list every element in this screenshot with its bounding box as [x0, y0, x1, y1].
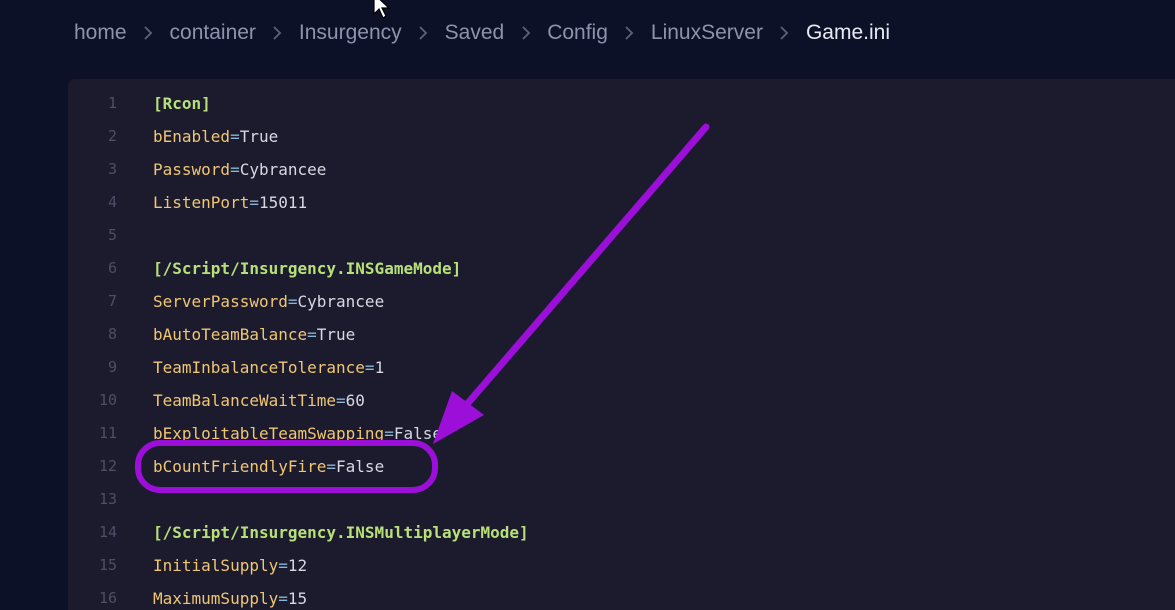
config-value: False [336, 457, 385, 476]
line-number: 12 [98, 457, 117, 475]
line-number: 10 [98, 391, 117, 409]
breadcrumb-home[interactable]: home [74, 21, 127, 45]
page: home container Insurgency Saved Config L… [0, 0, 1175, 610]
config-value: 1 [374, 358, 385, 377]
config-key: MaximumSupply [153, 589, 279, 608]
line-number: 1 [107, 94, 117, 112]
line-number: 9 [107, 358, 117, 376]
line-number: 4 [107, 193, 117, 211]
line-number: 13 [98, 490, 117, 508]
code-line[interactable]: 13 [68, 483, 1168, 516]
config-key: bEnabled [153, 127, 231, 146]
line-content: MaximumSupply=15 [153, 582, 307, 610]
config-key: ListenPort [153, 193, 250, 212]
equals-sign: = [326, 457, 337, 476]
line-number: 16 [98, 589, 117, 607]
equals-sign: = [230, 160, 240, 179]
config-value: 12 [287, 556, 308, 575]
equals-sign: = [384, 424, 394, 443]
config-key: InitialSupply [153, 556, 279, 575]
config-key: Password [153, 160, 231, 179]
config-value: Cybrancee [297, 292, 385, 311]
line-number: 11 [98, 424, 117, 442]
line-number: 14 [98, 523, 117, 541]
equals-sign: = [364, 358, 375, 377]
chevron-right-icon [127, 21, 170, 45]
config-value: 60 [345, 391, 365, 410]
config-key: bAutoTeamBalance [153, 325, 308, 344]
breadcrumb-config[interactable]: Config [547, 21, 608, 45]
code-line[interactable]: 4 ListenPort=15011 [68, 186, 1168, 219]
section-header: [/Script/Insurgency.INSMultiplayerMode] [153, 523, 529, 542]
code-line[interactable]: 16 MaximumSupply=15 [68, 582, 1168, 610]
breadcrumb-linuxserver[interactable]: LinuxServer [651, 21, 763, 45]
line-content: Password=Cybrancee [153, 153, 326, 186]
equals-sign: = [278, 589, 288, 608]
code-line[interactable]: 15 InitialSupply=12 [68, 549, 1168, 582]
line-content: bEnabled=True [153, 120, 278, 153]
equals-sign: = [307, 325, 317, 344]
code-line[interactable]: 12 bCountFriendlyFire=False [68, 450, 1168, 483]
config-key: bCountFriendlyFire [153, 457, 327, 476]
mouse-pointer-icon [373, 0, 391, 19]
line-content: TeamInbalanceTolerance=1 [153, 351, 384, 384]
equals-sign: = [336, 391, 346, 410]
line-content: bExploitableTeamSwapping=False [153, 417, 442, 450]
breadcrumb-insurgency[interactable]: Insurgency [299, 21, 402, 45]
breadcrumb-saved[interactable]: Saved [445, 21, 505, 45]
line-number: 8 [107, 325, 117, 343]
chevron-right-icon [402, 21, 445, 45]
line-content: InitialSupply=12 [153, 549, 307, 582]
config-key: bExploitableTeamSwapping [153, 424, 385, 443]
config-key: TeamInbalanceTolerance [153, 358, 365, 377]
line-number: 15 [98, 556, 117, 574]
code-line[interactable]: 1 [Rcon] [68, 87, 1168, 120]
breadcrumb-container[interactable]: container [170, 21, 256, 45]
line-number: 2 [107, 127, 117, 145]
code-line[interactable]: 10 TeamBalanceWaitTime=60 [68, 384, 1168, 417]
code-line[interactable]: 9 TeamInbalanceTolerance=1 [68, 351, 1168, 384]
line-content: [/Script/Insurgency.INSMultiplayerMode] [153, 516, 529, 549]
chevron-right-icon [763, 21, 806, 45]
code-line[interactable]: 3 Password=Cybrancee [68, 153, 1168, 186]
code-line[interactable]: 6 [/Script/Insurgency.INSGameMode] [68, 252, 1168, 285]
line-number: 6 [107, 259, 117, 277]
breadcrumb: home container Insurgency Saved Config L… [74, 17, 890, 49]
line-number: 5 [107, 226, 117, 244]
code-line[interactable]: 7 ServerPassword=Cybrancee [68, 285, 1168, 318]
section-header: [Rcon] [153, 94, 211, 113]
code-line[interactable]: 11 bExploitableTeamSwapping=False [68, 417, 1168, 450]
line-content: bCountFriendlyFire=False [153, 450, 384, 483]
line-number: 7 [107, 292, 117, 310]
chevron-right-icon [256, 21, 299, 45]
config-key: ServerPassword [153, 292, 288, 311]
config-value: 15 [287, 589, 308, 608]
code-line[interactable]: 14 [/Script/Insurgency.INSMultiplayerMode… [68, 516, 1168, 549]
config-value: Cybrancee [239, 160, 327, 179]
code-line[interactable]: 8 bAutoTeamBalance=True [68, 318, 1168, 351]
line-content: [Rcon] [153, 87, 211, 120]
config-value: True [316, 325, 356, 344]
config-value: 15011 [258, 193, 308, 212]
code-line[interactable]: 2 bEnabled=True [68, 120, 1168, 153]
line-content: ListenPort=15011 [153, 186, 307, 219]
section-header: [/Script/Insurgency.INSGameMode] [153, 259, 462, 278]
line-content: bAutoTeamBalance=True [153, 318, 355, 351]
equals-sign: = [287, 292, 298, 311]
code-editor[interactable]: 1 [Rcon] 2 bEnabled=True 3 Password=Cybrancee… [68, 79, 1175, 610]
equals-sign: = [230, 127, 240, 146]
line-content: TeamBalanceWaitTime=60 [153, 384, 365, 417]
line-number: 3 [107, 160, 117, 178]
chevron-right-icon [608, 21, 651, 45]
chevron-right-icon [504, 21, 547, 45]
breadcrumb-current-file: Game.ini [805, 21, 890, 44]
config-value: True [239, 127, 279, 146]
line-content: [/Script/Insurgency.INSGameMode] [153, 252, 461, 285]
code-line[interactable]: 5 [68, 219, 1168, 252]
line-content: ServerPassword=Cybrancee [153, 285, 384, 318]
config-value: False [393, 424, 442, 443]
config-key: TeamBalanceWaitTime [153, 391, 337, 410]
equals-sign: = [278, 556, 288, 575]
equals-sign: = [249, 193, 259, 212]
